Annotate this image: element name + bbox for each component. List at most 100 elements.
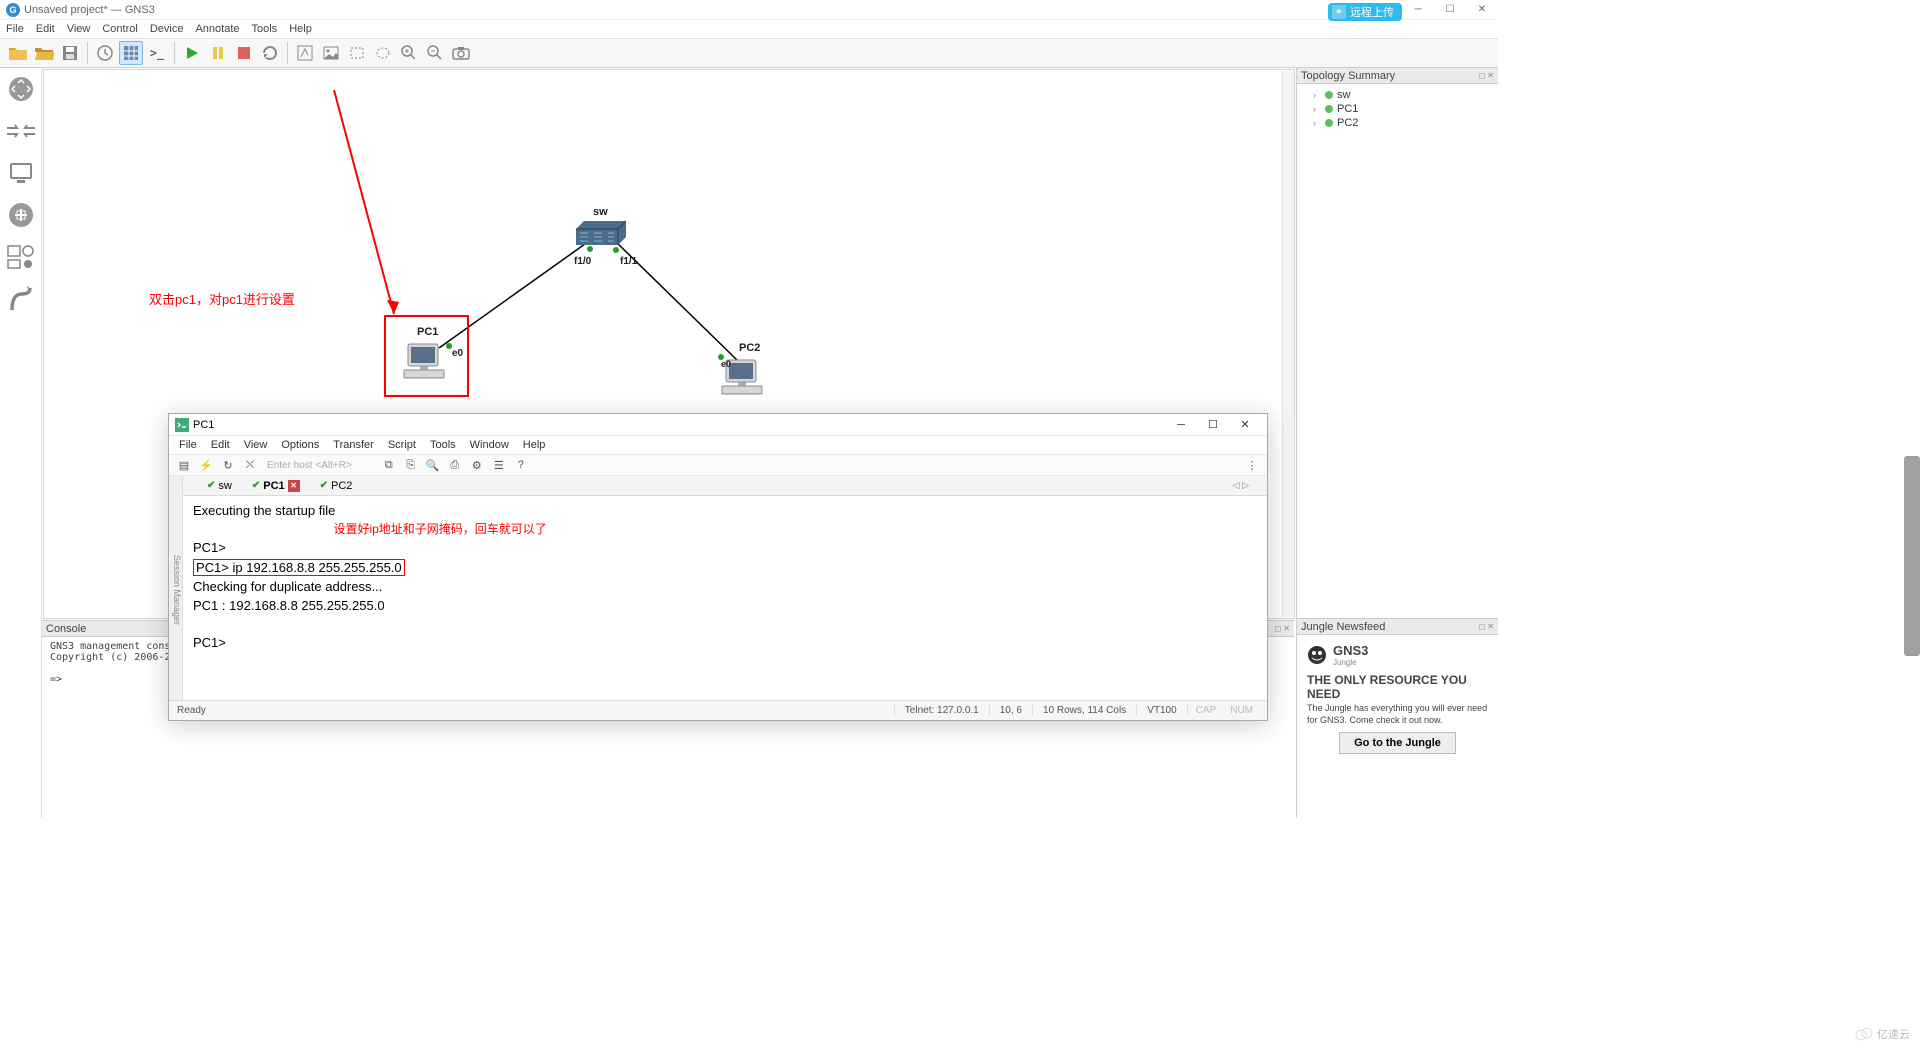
minimize-button[interactable]: ─ — [1402, 0, 1434, 20]
terminal-maximize-button[interactable]: ☐ — [1197, 414, 1229, 436]
menu-control[interactable]: Control — [102, 23, 137, 35]
status-dot-icon — [1325, 119, 1333, 127]
copy-icon[interactable]: ⧉ — [380, 456, 398, 474]
paste-icon[interactable]: ⎘ — [402, 456, 420, 474]
undock-icon[interactable]: ◻ — [1275, 624, 1282, 633]
terminal-window[interactable]: PC1 ─ ☐ ✕ File Edit View Options Transfe… — [168, 413, 1268, 721]
node-sw[interactable] — [574, 219, 628, 250]
save-icon[interactable] — [58, 41, 82, 65]
annotate-icon[interactable] — [293, 41, 317, 65]
port-label-e0a: e0 — [452, 348, 463, 359]
image-icon[interactable] — [319, 41, 343, 65]
quick-connect-icon[interactable]: ⚡ — [197, 456, 215, 474]
reload-icon[interactable] — [258, 41, 282, 65]
tab-sw[interactable]: ✔sw — [201, 478, 238, 494]
port-dot — [613, 247, 619, 253]
clock-icon[interactable] — [93, 41, 117, 65]
terminal-close-button[interactable]: ✕ — [1229, 414, 1261, 436]
topology-item-sw[interactable]: ›sw — [1303, 88, 1492, 102]
session-manager-icon[interactable]: ▤ — [175, 456, 193, 474]
crt-menu-view[interactable]: View — [244, 439, 268, 451]
window-title: Unsaved project* — GNS3 — [24, 4, 155, 16]
terminal-app-icon — [175, 418, 189, 432]
disconnect-icon[interactable]: ⛌ — [241, 456, 259, 474]
rect-icon[interactable] — [345, 41, 369, 65]
topology-item-pc2[interactable]: ›PC2 — [1303, 116, 1492, 130]
terminal-minimize-button[interactable]: ─ — [1165, 414, 1197, 436]
session-options-icon[interactable]: ☰ — [490, 456, 508, 474]
menu-help[interactable]: Help — [289, 23, 312, 35]
status-dot-icon — [1325, 91, 1333, 99]
help-icon[interactable]: ? — [512, 456, 530, 474]
play-icon[interactable] — [180, 41, 204, 65]
close-button[interactable]: ✕ — [1466, 0, 1498, 20]
menu-file[interactable]: File — [6, 23, 24, 35]
menu-tools[interactable]: Tools — [252, 23, 278, 35]
new-project-icon[interactable] — [6, 41, 30, 65]
crt-menu-transfer[interactable]: Transfer — [333, 439, 374, 451]
tab-pc1[interactable]: ✔PC1✕ — [246, 478, 306, 494]
crt-menu-script[interactable]: Script — [388, 439, 416, 451]
menu-device[interactable]: Device — [150, 23, 184, 35]
grid-icon[interactable] — [119, 41, 143, 65]
router-category-icon[interactable] — [3, 68, 39, 110]
menu-edit[interactable]: Edit — [36, 23, 55, 35]
terminal-output[interactable]: Executing the startup file 设置好ip地址和子网掩码，… — [183, 496, 1267, 700]
crt-menu-file[interactable]: File — [179, 439, 197, 451]
node-pc1[interactable] — [402, 342, 446, 380]
window-resize-handle[interactable] — [1904, 456, 1920, 656]
terminal-menubar: File Edit View Options Transfer Script T… — [169, 436, 1267, 454]
status-connection: Telnet: 127.0.0.1 — [894, 705, 989, 716]
tab-pc2[interactable]: ✔PC2 — [314, 478, 359, 494]
stop-icon[interactable] — [232, 41, 256, 65]
terminal-window-title: PC1 — [193, 419, 214, 431]
annotation-ip-setup: 设置好ip地址和子网掩码，回车就可以了 — [333, 522, 546, 536]
port-label-f10: f1/0 — [574, 256, 591, 267]
pause-icon[interactable] — [206, 41, 230, 65]
newsfeed-brand: GNS3 — [1333, 643, 1368, 658]
status-dot-icon — [1325, 105, 1333, 113]
tab-close-icon[interactable]: ✕ — [288, 480, 300, 492]
crt-menu-help[interactable]: Help — [523, 439, 546, 451]
options-icon[interactable]: ⚙ — [468, 456, 486, 474]
menu-view[interactable]: View — [67, 23, 91, 35]
zoom-in-icon[interactable] — [397, 41, 421, 65]
watermark: 亿速云 — [1855, 1026, 1910, 1042]
all-devices-category-icon[interactable] — [3, 236, 39, 278]
toolbar-menu-icon[interactable]: ⋮ — [1243, 456, 1261, 474]
undock-icon[interactable]: ◻ — [1479, 71, 1486, 80]
print-icon[interactable]: ⎙ — [446, 456, 464, 474]
topology-tree[interactable]: ›sw ›PC1 ›PC2 — [1297, 84, 1498, 618]
go-to-jungle-button[interactable]: Go to the Jungle — [1339, 732, 1456, 754]
screenshot-icon[interactable] — [449, 41, 473, 65]
maximize-button[interactable]: ☐ — [1434, 0, 1466, 20]
crt-menu-tools[interactable]: Tools — [430, 439, 456, 451]
canvas-scrollbar[interactable] — [1282, 71, 1294, 617]
switch-category-icon[interactable] — [3, 110, 39, 152]
session-manager-sidebar[interactable]: Session Manager — [169, 476, 183, 700]
open-project-icon[interactable] — [32, 41, 56, 65]
undock-icon[interactable]: ◻ — [1479, 622, 1486, 631]
end-device-category-icon[interactable] — [3, 152, 39, 194]
menu-annotate[interactable]: Annotate — [195, 23, 239, 35]
reconnect-icon[interactable]: ↻ — [219, 456, 237, 474]
close-panel-icon[interactable]: ✕ — [1487, 622, 1494, 631]
crt-menu-options[interactable]: Options — [281, 439, 319, 451]
close-panel-icon[interactable]: ✕ — [1283, 624, 1290, 633]
terminal-titlebar[interactable]: PC1 ─ ☐ ✕ — [169, 414, 1267, 436]
zoom-out-icon[interactable] — [423, 41, 447, 65]
ellipse-icon[interactable] — [371, 41, 395, 65]
security-category-icon[interactable] — [3, 194, 39, 236]
topology-panel-header: Topology Summary ◻✕ — [1297, 68, 1498, 84]
crt-menu-edit[interactable]: Edit — [211, 439, 230, 451]
crt-menu-window[interactable]: Window — [470, 439, 509, 451]
upload-badge[interactable]: ⚭ 远程上传 — [1328, 3, 1402, 21]
node-label-sw: sw — [593, 206, 608, 218]
right-sidebar: Topology Summary ◻✕ ›sw ›PC1 ›PC2 Jungle… — [1296, 68, 1498, 818]
topology-item-pc1[interactable]: ›PC1 — [1303, 102, 1492, 116]
window-controls: ─ ☐ ✕ — [1402, 0, 1498, 20]
link-tool-icon[interactable] — [3, 278, 39, 320]
close-panel-icon[interactable]: ✕ — [1487, 71, 1494, 80]
console-icon[interactable]: >_ — [145, 41, 169, 65]
find-icon[interactable]: 🔍 — [424, 456, 442, 474]
